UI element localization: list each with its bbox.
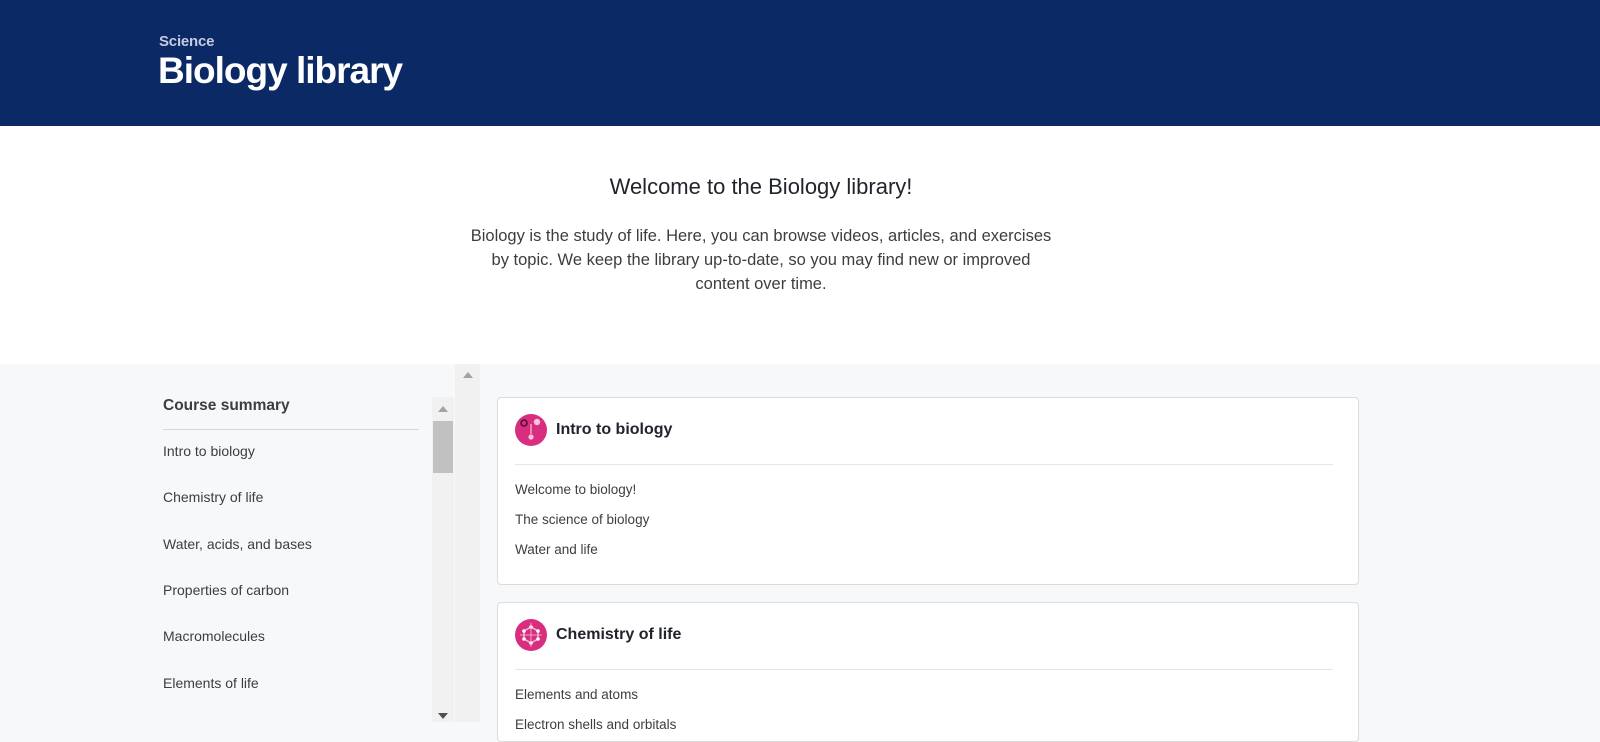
divider — [163, 429, 419, 430]
molecule-icon — [515, 619, 547, 651]
intro-section: Welcome to the Biology library! Biology … — [0, 126, 1600, 364]
course-card-intro-to-biology: Intro to biology Welcome to biology! The… — [497, 397, 1359, 585]
outer-scrollbar[interactable] — [455, 364, 480, 722]
sidebar-item-elements-of-life[interactable]: Elements of life — [163, 675, 259, 691]
breadcrumb[interactable]: Science — [159, 33, 215, 50]
divider — [515, 669, 1333, 670]
lesson-link[interactable]: The science of biology — [515, 512, 649, 527]
microscope-icon — [515, 414, 547, 446]
lesson-link[interactable]: Welcome to biology! — [515, 482, 636, 497]
course-card-chemistry-of-life: Chemistry of life Elements and atoms Ele… — [497, 602, 1359, 742]
course-title[interactable]: Chemistry of life — [556, 626, 681, 644]
sidebar-item-water-acids-bases[interactable]: Water, acids, and bases — [163, 536, 312, 552]
sidebar-item-intro-to-biology[interactable]: Intro to biology — [163, 443, 255, 459]
lesson-link[interactable]: Electron shells and orbitals — [515, 717, 676, 732]
course-summary-title: Course summary — [163, 397, 290, 414]
lesson-link[interactable]: Water and life — [515, 542, 598, 557]
scroll-up-arrow-icon[interactable] — [438, 406, 448, 412]
divider — [515, 464, 1333, 465]
sidebar-item-chemistry-of-life[interactable]: Chemistry of life — [163, 489, 263, 505]
welcome-title: Welcome to the Biology library! — [609, 174, 913, 199]
welcome-description: Biology is the study of life. Here, you … — [470, 227, 1052, 293]
page-header: Science Biology library — [0, 0, 1600, 126]
lesson-link[interactable]: Elements and atoms — [515, 687, 638, 702]
scroll-up-arrow-icon[interactable] — [463, 372, 473, 378]
sidebar-item-macromolecules[interactable]: Macromolecules — [163, 628, 265, 644]
course-title[interactable]: Intro to biology — [556, 421, 672, 439]
sidebar-item-properties-of-carbon[interactable]: Properties of carbon — [163, 582, 289, 598]
scroll-down-arrow-icon[interactable] — [438, 713, 448, 719]
page-title: Biology library — [158, 50, 403, 91]
sidebar-scrollbar[interactable] — [432, 397, 454, 722]
scrollbar-thumb[interactable] — [433, 421, 453, 473]
